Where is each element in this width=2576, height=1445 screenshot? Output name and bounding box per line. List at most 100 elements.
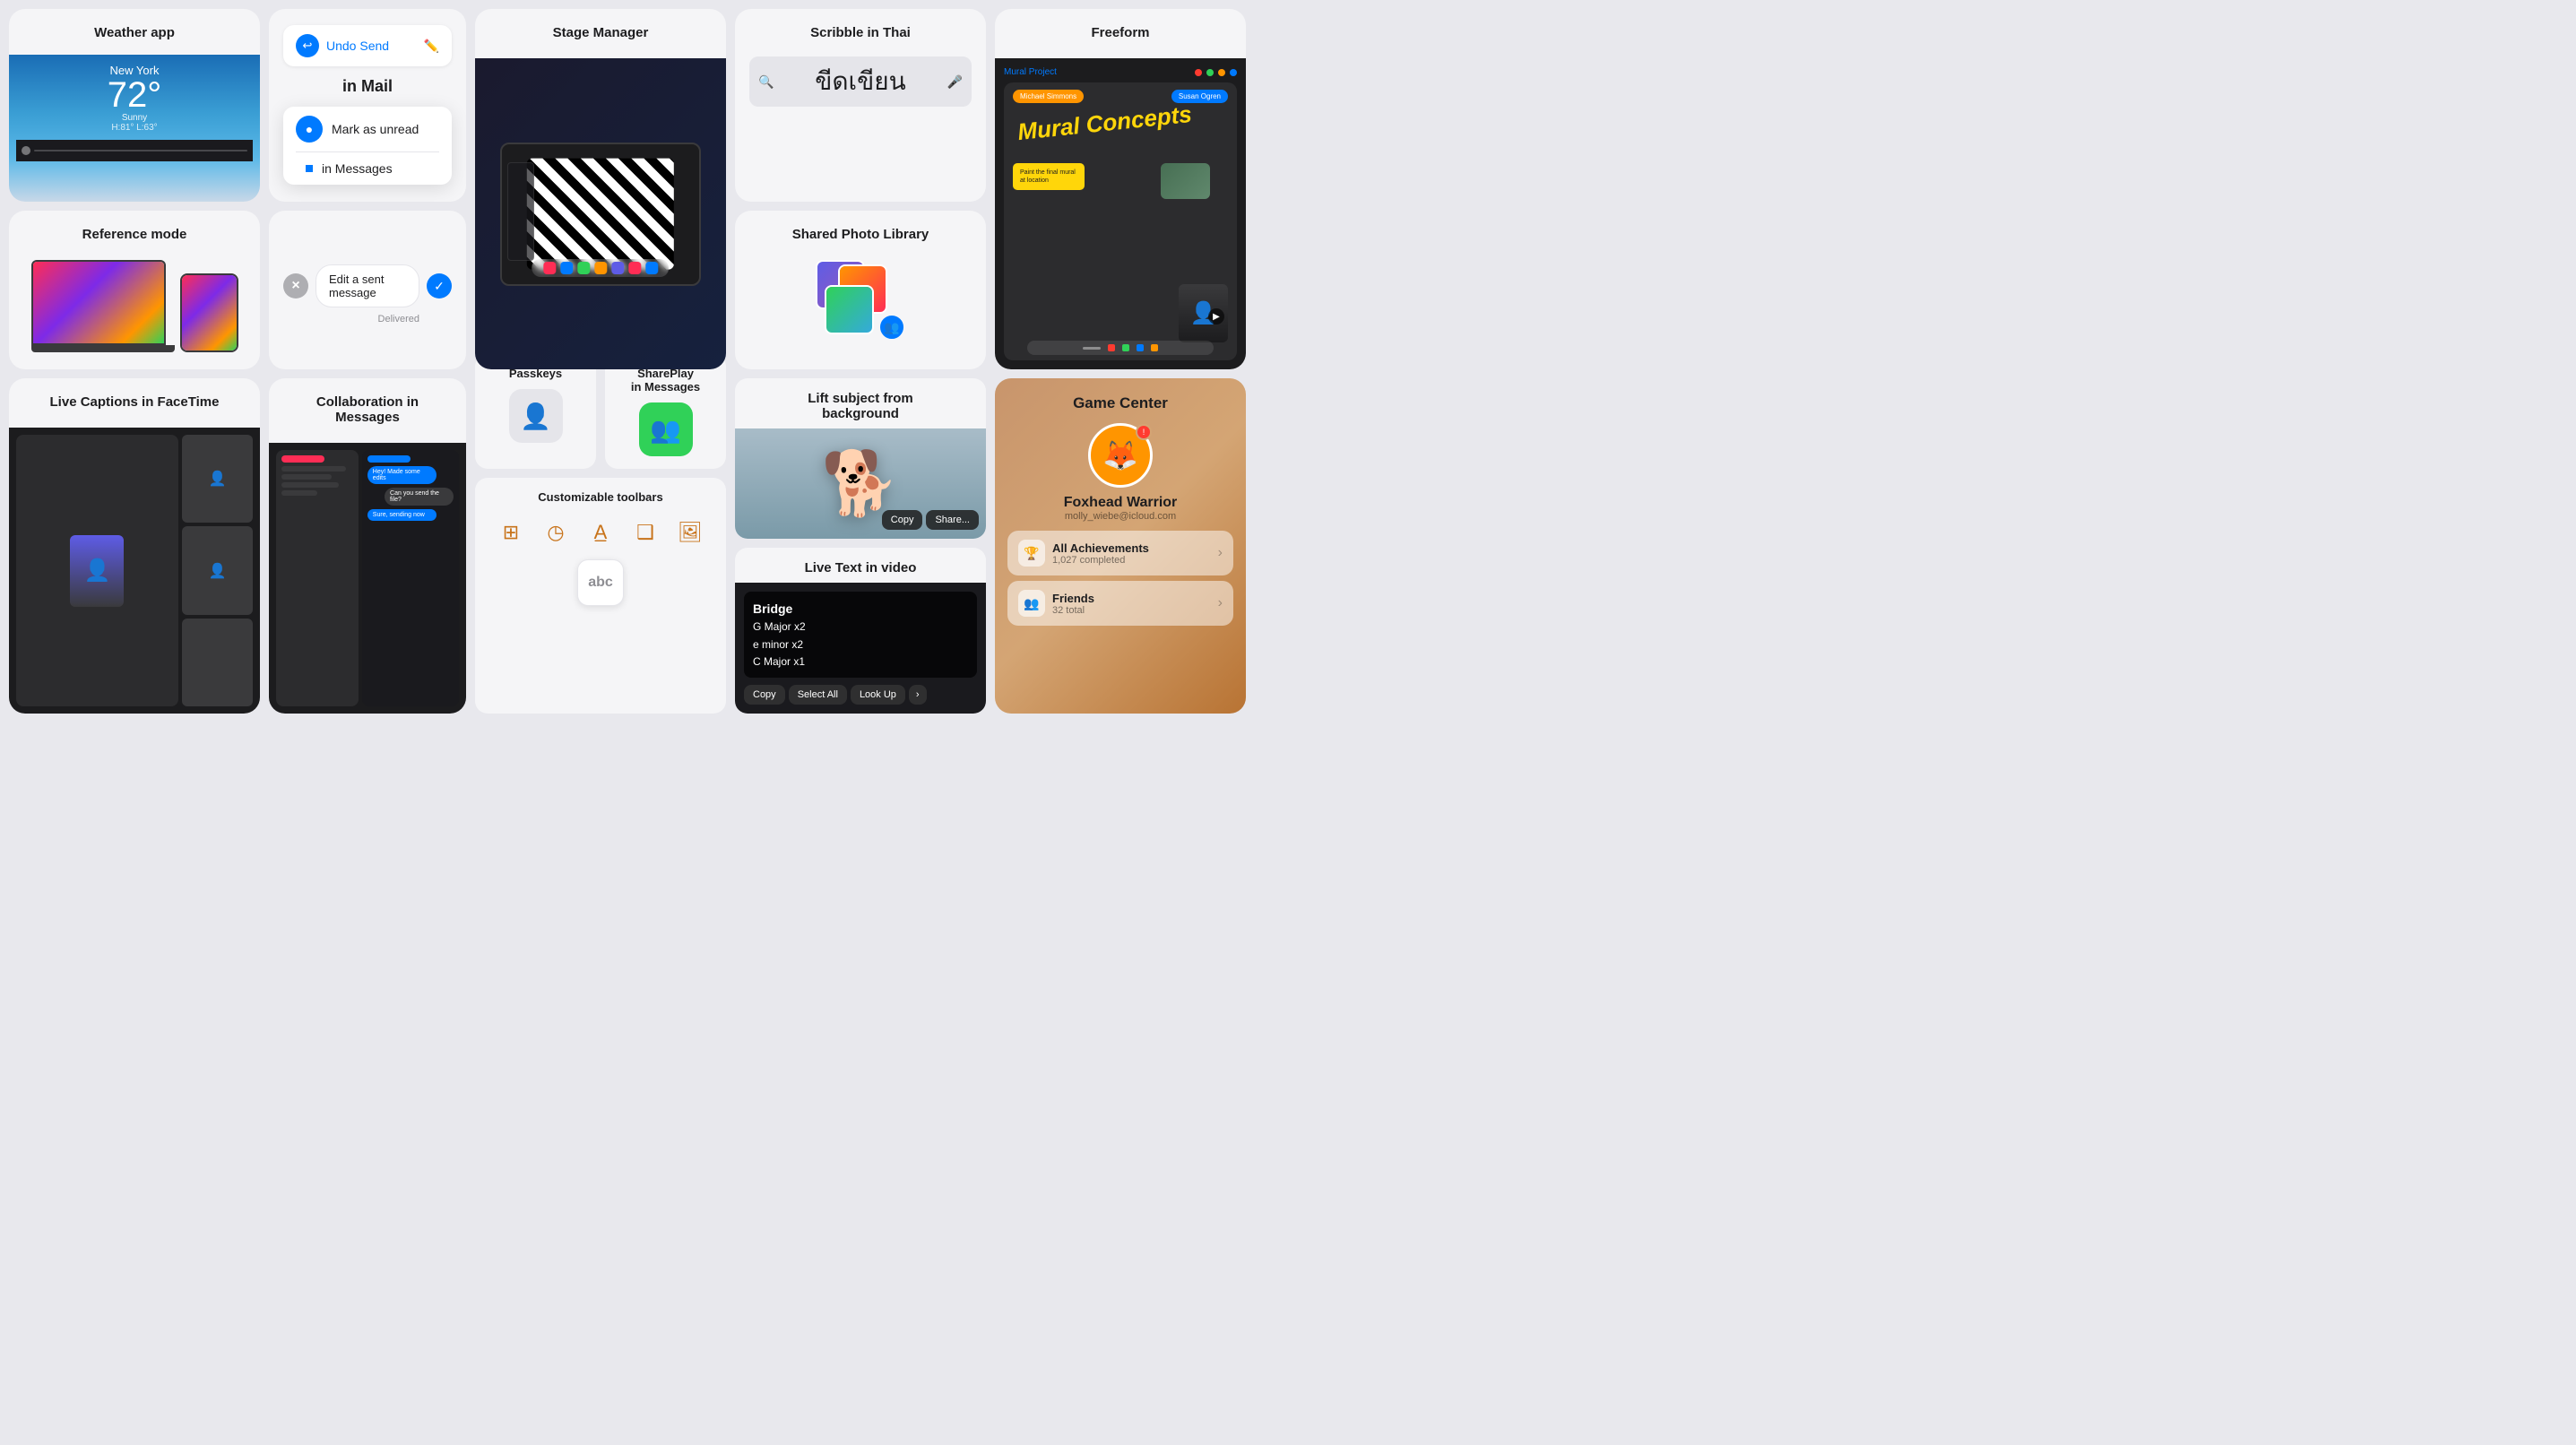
gc-friends-count: 32 total <box>1052 605 1094 616</box>
tablet-sidebar <box>507 162 534 261</box>
live-text-title: Live Text in video <box>749 560 972 575</box>
cancel-circle[interactable]: × <box>283 273 308 299</box>
lift-title-wrapper: Lift subject from background <box>735 378 986 428</box>
facetime-thumb-2: 👤 <box>182 526 253 614</box>
shareplay-mini-card: SharePlay in Messages 👥 <box>605 354 726 469</box>
context-menu: Copy Share... <box>882 510 979 530</box>
undo-send-button[interactable]: ↩ Undo Send ✏️ <box>283 25 452 66</box>
line2: e minor x2 <box>753 636 968 653</box>
toolbar-icon-abc: abc <box>577 559 624 606</box>
col4-bottom: Lift subject from background 🐕 Copy Shar… <box>735 378 986 714</box>
lift-title-1: Lift subject from <box>749 391 972 406</box>
bridge-text: Bridge <box>753 599 968 619</box>
shareplay-subtitle: in Messages <box>631 380 700 394</box>
toolbar-icon-text: A̲ <box>583 515 618 550</box>
shared-badge: 👥 <box>878 314 905 341</box>
freeform-canvas: Michael Simmons Mural Concepts Susan Ogr… <box>1004 82 1237 360</box>
toolbar-icon-photo: 🖼 <box>672 515 708 550</box>
toolbar-icon-layers: ❑ <box>627 515 663 550</box>
scribble-thai-card: Scribble in Thai 🔍 ขีดเขียน 🎤 <box>735 9 986 202</box>
mural-text: Mural Concepts <box>1016 100 1193 146</box>
reference-mode-card: Reference mode <box>9 211 260 369</box>
passkeys-shareplay-row: Passkeys 👤 SharePlay in Messages 👥 <box>475 354 726 469</box>
video-context-menu: Copy Select All Look Up › <box>744 685 977 705</box>
delivered-wrapper: Delivered <box>283 310 452 326</box>
lift-subject-card: Lift subject from background 🐕 Copy Shar… <box>735 378 986 539</box>
sticky-note-1: Paint the final mural at location <box>1013 163 1085 190</box>
collab-screen-left <box>276 450 359 706</box>
lift-title-2: background <box>749 406 972 421</box>
ipad-mockup <box>500 143 700 286</box>
stage-manager-title: Stage Manager <box>539 25 663 40</box>
gc-badge: ! <box>1136 424 1152 440</box>
user-bubble-2: Susan Ogren <box>1171 90 1228 103</box>
reference-mockup <box>31 260 238 352</box>
gc-achievements-count: 1,027 completed <box>1052 555 1149 566</box>
tablet-device <box>180 273 238 352</box>
photo-item-3 <box>825 285 874 334</box>
passkeys-mini-card: Passkeys 👤 <box>475 354 596 469</box>
stage-screenshot <box>475 58 726 369</box>
weather-hourly-bar <box>16 140 253 161</box>
facetime-sidebar: 👤 👤 <box>182 435 253 706</box>
share-btn[interactable]: Share... <box>926 510 979 530</box>
mark-unread-popup: ● Mark as unread in Messages <box>283 107 452 185</box>
search-bar: 🔍 ขีดเขียน 🎤 <box>749 56 972 107</box>
gc-friends-left: 👥 Friends 32 total <box>1018 590 1094 617</box>
freeform-dot-green <box>1206 69 1214 76</box>
laptop-base <box>31 345 175 352</box>
send-circle[interactable]: ✓ <box>427 273 452 299</box>
scribble-title: Scribble in Thai <box>810 25 911 40</box>
video-chevron-btn[interactable]: › <box>909 685 927 705</box>
video-select-all-btn[interactable]: Select All <box>789 685 847 705</box>
edit-input-box[interactable]: Edit a sent message <box>316 264 419 307</box>
game-center-title: Game Center <box>1073 394 1168 412</box>
gc-achievements-left: 🏆 All Achievements 1,027 completed <box>1018 540 1149 567</box>
undo-send-label: Undo Send <box>326 39 389 53</box>
passkeys-icon: 👤 <box>509 389 563 443</box>
collab-screenshot: Hey! Made some edits Can you send the fi… <box>269 443 466 714</box>
facetime-thumb-1: 👤 <box>182 435 253 523</box>
line3: C Major x1 <box>753 653 968 671</box>
dog-photo-area: 🐕 Copy Share... <box>735 428 986 539</box>
gc-achievements-row[interactable]: 🏆 All Achievements 1,027 completed › <box>1007 531 1233 575</box>
shared-photo-title: Shared Photo Library <box>792 227 929 242</box>
collaboration-messages-card: Collaboration in Messages Hey! Made some… <box>269 378 466 714</box>
video-copy-btn[interactable]: Copy <box>744 685 785 705</box>
live-captions-card: Live Captions in FaceTime 👤 👤 👤 <box>9 378 260 714</box>
dock <box>532 259 669 277</box>
gc-friends-row[interactable]: 👥 Friends 32 total › <box>1007 581 1233 626</box>
map-thumbnail <box>1161 163 1210 199</box>
freeform-dot-orange <box>1218 69 1225 76</box>
mark-unread-item[interactable]: ● Mark as unread <box>283 107 452 151</box>
collaboration-title: Collaboration in Messages <box>269 394 466 425</box>
in-mail-label: in Mail <box>342 77 393 96</box>
gc-achievements-icon: 🏆 <box>1018 540 1045 567</box>
copy-btn[interactable]: Copy <box>882 510 923 530</box>
mark-unread-label: Mark as unread <box>332 122 419 136</box>
video-look-up-btn[interactable]: Look Up <box>851 685 905 705</box>
freeform-dot-red <box>1195 69 1202 76</box>
facetime-thumb-3 <box>182 619 253 706</box>
toolbar-icon-table: ⊞ <box>493 515 529 550</box>
delivered-text: Delivered <box>378 314 419 324</box>
gc-player-email: molly_wiebe@icloud.com <box>1065 511 1176 522</box>
weather-temp: 72° <box>16 77 253 113</box>
mic-icon: 🎤 <box>947 74 963 90</box>
live-text-card: Live Text in video Bridge G Major x2 e m… <box>735 548 986 714</box>
gc-friends-chevron: › <box>1218 595 1223 611</box>
in-messages-label: in Messages <box>322 161 393 176</box>
toolbar-icons-row: ⊞ ◷ A̲ ❑ 🖼 abc <box>484 515 717 606</box>
edit-message-card: × Edit a sent message ✓ Delivered <box>269 211 466 369</box>
gc-avatar: 🦊 ! <box>1088 423 1153 488</box>
customizable-toolbars-card: Customizable toolbars ⊞ ◷ A̲ ❑ 🖼 abc <box>475 478 726 714</box>
freeform-toolbar: Mural Project <box>1004 67 1237 77</box>
mark-unread-icon: ● <box>296 116 323 143</box>
gc-friends-title: Friends <box>1052 592 1094 605</box>
in-messages-item[interactable]: in Messages <box>283 152 452 185</box>
thai-text: ขีดเขียน <box>781 62 939 101</box>
live-captions-title: Live Captions in FaceTime <box>36 394 234 410</box>
reference-mode-title: Reference mode <box>82 227 187 242</box>
weather-range: H:81° L:63° <box>16 123 253 133</box>
shareplay-icon: 👥 <box>639 402 693 456</box>
